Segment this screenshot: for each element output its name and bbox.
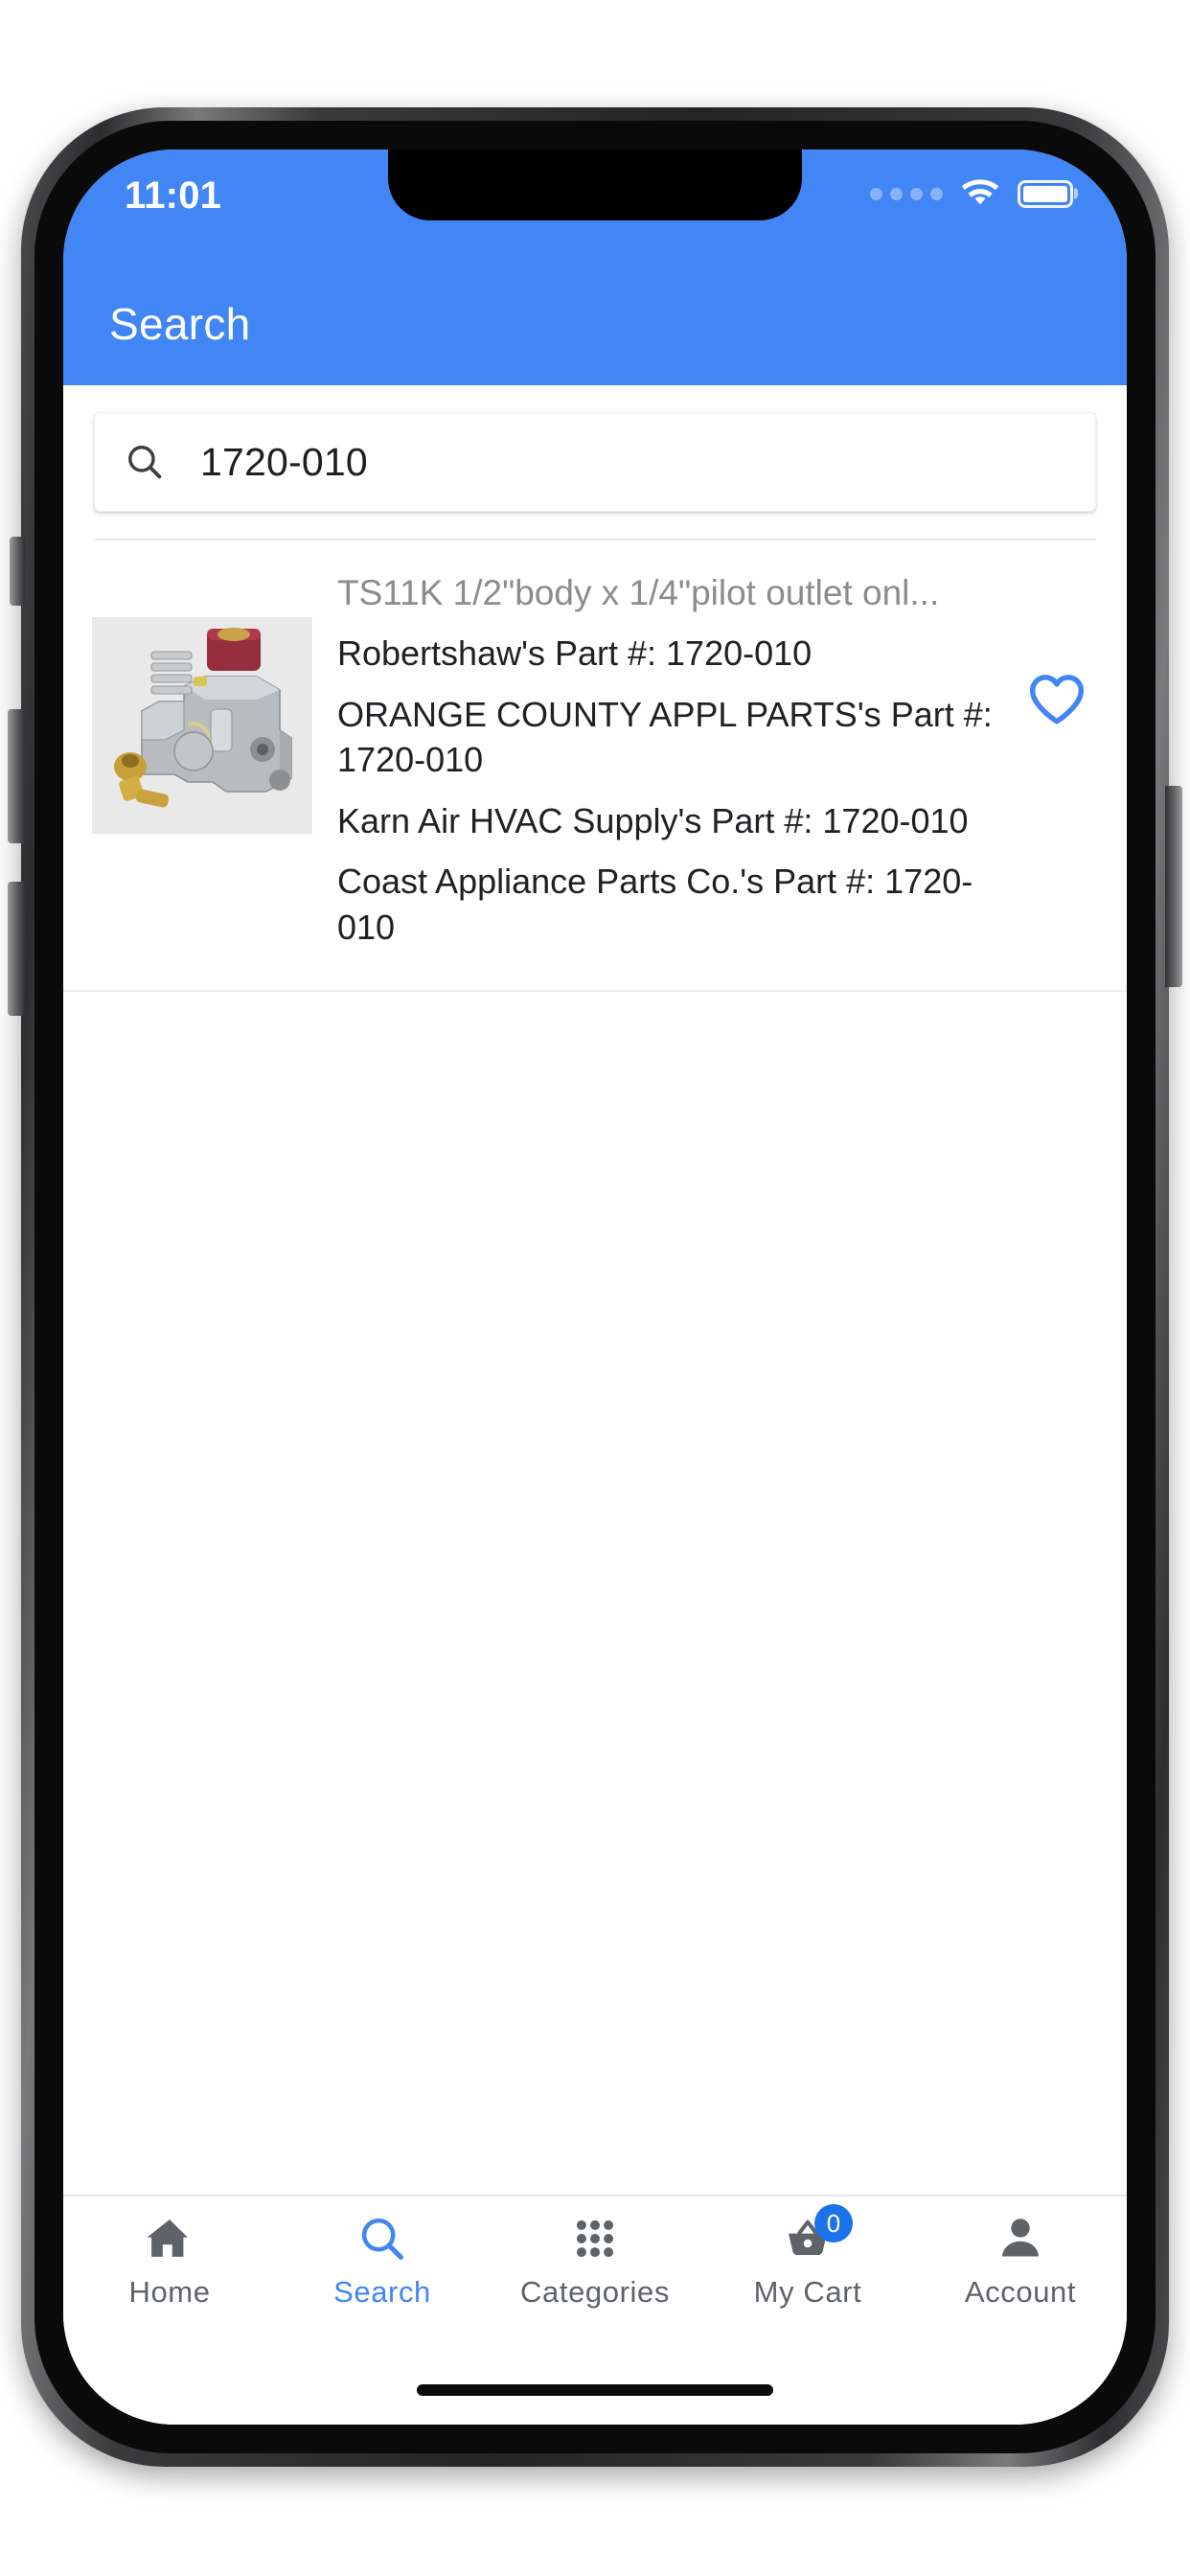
- nav-label-search: Search: [333, 2275, 431, 2309]
- phone-screen: 11:01 Search 1720-010 TS11K 1/2"body x 1…: [63, 150, 1127, 2425]
- part-number-line: Robertshaw's Part #: 1720-010: [337, 633, 812, 674]
- status-indicators: [870, 178, 1073, 209]
- nav-label-home: Home: [128, 2275, 211, 2309]
- nav-item-categories[interactable]: Categories: [489, 2212, 701, 2310]
- grid-icon: [570, 2212, 620, 2266]
- heart-outline-icon: [1029, 675, 1085, 724]
- part-number-line: Karn Air HVAC Supply's Part #: 1720-010: [337, 800, 969, 840]
- search-result-row[interactable]: TS11K 1/2"body x 1/4"pilot outlet onl...…: [63, 540, 1127, 993]
- cart-badge: 0: [814, 2204, 853, 2242]
- part-number-line: ORANGE COUNTY APPL PARTS's Part #: 1720-…: [337, 694, 993, 780]
- display-notch: [388, 150, 802, 220]
- status-time: 11:01: [125, 174, 222, 217]
- silent-switch-button[interactable]: [10, 537, 25, 606]
- nav-label-account: Account: [964, 2275, 1077, 2309]
- screenshot-root: 11:01 Search 1720-010 TS11K 1/2"body x 1…: [0, 0, 1190, 2576]
- nav-item-account[interactable]: Account: [914, 2212, 1127, 2310]
- product-thumbnail[interactable]: [92, 617, 312, 834]
- power-button[interactable]: [1165, 786, 1182, 987]
- volume-up-button[interactable]: [8, 709, 25, 843]
- search-icon: [128, 446, 162, 479]
- favorite-button[interactable]: [1027, 671, 1087, 726]
- home-indicator[interactable]: [63, 2356, 1127, 2425]
- search-results-list: TS11K 1/2"body x 1/4"pilot outlet onl...…: [63, 540, 1127, 993]
- nav-item-search[interactable]: Search: [276, 2212, 489, 2310]
- app-bar: Search: [63, 263, 1127, 385]
- search-input-value: 1720-010: [200, 439, 368, 484]
- home-icon: [144, 2212, 195, 2266]
- home-indicator-bar: [417, 2384, 773, 2396]
- volume-down-button[interactable]: [8, 882, 25, 1016]
- part-number-line: Coast Appliance Parts Co.'s Part #: 1720…: [337, 862, 973, 947]
- search-bar-container: 1720-010: [63, 385, 1127, 540]
- nav-label-my-cart: My Cart: [753, 2275, 862, 2309]
- product-title: TS11K 1/2"body x 1/4"pilot outlet onl...: [337, 573, 940, 612]
- nav-item-home[interactable]: Home: [63, 2212, 276, 2310]
- gas-safety-valve-image: [92, 617, 312, 834]
- search-icon: [356, 2212, 408, 2266]
- nav-item-my-cart[interactable]: 0 My Cart: [701, 2204, 914, 2310]
- battery-full-icon: [1018, 179, 1073, 208]
- wifi-icon: [961, 179, 999, 205]
- product-info: TS11K 1/2"body x 1/4"pilot outlet onl...…: [312, 560, 1098, 965]
- app-content: 1720-010 TS11K 1/2"body x 1/4"pilot outl…: [63, 385, 1127, 2425]
- search-input[interactable]: 1720-010: [94, 412, 1096, 512]
- bottom-navigation-bar: Home Search Categories 0 My Cart Account: [63, 2195, 1127, 2356]
- nav-label-categories: Categories: [520, 2275, 670, 2309]
- person-icon: [995, 2212, 1046, 2266]
- basket-icon: 0: [782, 2204, 853, 2266]
- page-title: Search: [109, 299, 251, 349]
- scroll-region[interactable]: 1720-010 TS11K 1/2"body x 1/4"pilot outl…: [63, 385, 1127, 2195]
- signal-dots-icon: [870, 187, 943, 200]
